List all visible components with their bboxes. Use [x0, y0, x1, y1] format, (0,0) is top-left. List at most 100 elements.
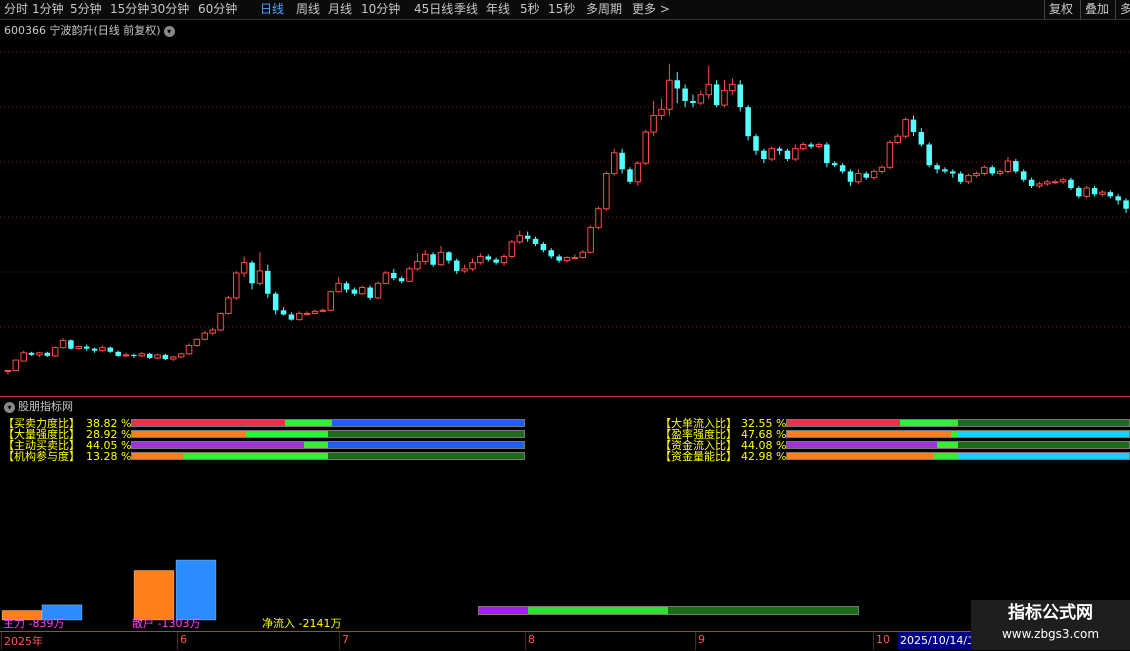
candle	[422, 250, 429, 265]
flow-bar-chart	[1, 559, 217, 621]
candle	[249, 260, 255, 290]
date-tick	[525, 632, 526, 650]
period-tab-2[interactable]: 5分钟	[70, 1, 102, 17]
candle	[815, 142, 823, 149]
bar-segment	[787, 442, 938, 448]
indicator-ratio-bar	[131, 452, 525, 460]
candle	[265, 264, 271, 298]
bar-segment	[245, 431, 328, 437]
net-inflow-label: 净流入 -2141万	[262, 617, 342, 630]
candle	[627, 167, 633, 184]
candle	[288, 312, 295, 321]
period-tab-16[interactable]: 更多 >	[632, 1, 670, 17]
date-axis: 2025年 6 7 8 9 10 2025/10/14/二	[0, 631, 1130, 651]
candle	[469, 258, 476, 271]
period-tab-3[interactable]: 15分钟	[110, 1, 149, 17]
period-tab-7[interactable]: 周线	[296, 1, 320, 17]
period-tab-13[interactable]: 5秒	[520, 1, 540, 17]
candle	[280, 307, 287, 316]
candle	[792, 144, 799, 162]
active-date-label: 2025/10/14/二	[898, 632, 981, 650]
period-tab-12[interactable]: 年线	[486, 1, 510, 17]
date-tick	[177, 632, 178, 650]
candle	[75, 345, 83, 350]
retail-label: 散户 -1303万	[132, 617, 201, 630]
candle	[878, 165, 886, 174]
candle	[571, 254, 579, 260]
period-tab-10[interactable]: 45日线	[414, 1, 453, 17]
candle	[240, 256, 248, 278]
candle	[367, 285, 373, 300]
period-tab-8[interactable]: 月线	[328, 1, 352, 17]
candle	[99, 345, 106, 352]
bar-segment	[284, 420, 332, 426]
candle	[886, 140, 894, 170]
date-tick	[1, 632, 2, 650]
period-tab-5[interactable]: 60分钟	[198, 1, 237, 17]
watermark: 指标公式网 www.zbgs3.com	[971, 600, 1130, 650]
candle	[68, 339, 74, 350]
candle	[374, 281, 382, 299]
candle	[319, 308, 327, 313]
candle	[1083, 185, 1090, 199]
toolbar-button-0[interactable]: 复权	[1044, 0, 1080, 19]
candle	[690, 94, 696, 108]
candle	[610, 148, 618, 176]
candle	[296, 311, 303, 321]
candle	[957, 171, 964, 184]
candle	[713, 80, 720, 108]
bar-segment	[132, 420, 285, 426]
candle	[753, 134, 759, 155]
bar-segment	[937, 442, 958, 448]
candle	[454, 258, 460, 275]
chevron-down-icon[interactable]: ▾	[4, 401, 15, 413]
period-tab-9[interactable]: 10分钟	[361, 1, 400, 17]
date-label: 9	[698, 633, 705, 646]
kline-chart[interactable]	[0, 37, 1130, 395]
candle	[776, 146, 783, 155]
candle	[446, 251, 452, 264]
watermark-title: 指标公式网	[1008, 603, 1093, 623]
candle	[122, 352, 130, 357]
candle	[918, 127, 925, 147]
bar-segment	[951, 431, 958, 437]
indicator-name: 股朋指标网	[18, 400, 73, 413]
date-tick	[695, 632, 696, 650]
toolbar-button-1[interactable]: 叠加	[1080, 0, 1116, 19]
period-tab-15[interactable]: 多周期	[586, 1, 622, 17]
date-label: 7	[342, 633, 349, 646]
toolbar-button-2[interactable]: 多	[1115, 0, 1130, 19]
period-tab-0[interactable]: 分时	[4, 1, 28, 17]
candle	[414, 253, 421, 271]
candle	[761, 148, 767, 164]
candle	[1091, 185, 1098, 197]
candle	[942, 167, 948, 174]
chart-title: 600366 宁波韵升(日线 前复权) ▾	[4, 22, 175, 38]
bar-segment	[528, 607, 669, 614]
candle	[729, 78, 736, 95]
bar-segment	[957, 453, 1129, 459]
candle	[1059, 177, 1067, 184]
flow-bar-2	[133, 569, 175, 621]
candle	[493, 257, 499, 265]
candle	[595, 206, 602, 230]
indicator-panel-title: ▾ 股朋指标网	[4, 398, 73, 414]
candle	[1036, 181, 1043, 189]
candle	[981, 165, 988, 176]
candle	[563, 256, 571, 263]
candle	[579, 250, 587, 259]
indicator-label: 【机构参与度】	[3, 450, 80, 463]
period-tab-6[interactable]: 日线	[260, 1, 284, 17]
period-tab-4[interactable]: 30分钟	[150, 1, 189, 17]
candle	[351, 287, 358, 296]
bar-segment	[182, 453, 328, 459]
candle	[973, 171, 980, 178]
date-label: 10	[876, 633, 890, 646]
period-tab-11[interactable]: 季线	[454, 1, 478, 17]
period-tab-1[interactable]: 1分钟	[32, 1, 64, 17]
candle	[642, 129, 649, 166]
chevron-down-icon[interactable]: ▾	[163, 25, 175, 37]
indicator-ratio-bar	[131, 441, 525, 449]
period-tab-14[interactable]: 15秒	[548, 1, 575, 17]
stock-title: 600366 宁波韵升(日线 前复权)	[4, 24, 161, 37]
